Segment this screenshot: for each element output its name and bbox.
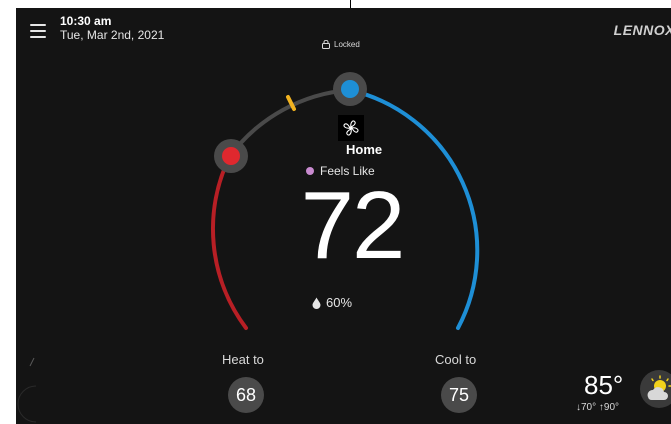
thermostat-screen: 10:30 am Tue, Mar 2nd, 2021 Locked LENNO… bbox=[16, 8, 671, 424]
humidity-drop-icon bbox=[312, 297, 321, 309]
cool-dial-handle bbox=[333, 72, 367, 106]
humidity-value: 60% bbox=[326, 295, 353, 310]
fan-icon bbox=[338, 115, 364, 141]
outdoor-low-high: ↓70° ↑90° bbox=[576, 402, 620, 413]
heat-range-arc bbox=[210, 154, 248, 330]
indoor-temperature: 72 bbox=[300, 172, 406, 279]
partly-sunny-icon[interactable] bbox=[640, 370, 671, 408]
cool-to-label: Cool to bbox=[435, 352, 477, 367]
mode-label[interactable]: Home bbox=[346, 142, 382, 157]
heat-setpoint-button[interactable]: 68 bbox=[228, 377, 264, 413]
heat-dial-handle bbox=[214, 139, 248, 173]
cool-setpoint-button[interactable]: 75 bbox=[441, 377, 477, 413]
outdoor-temperature[interactable]: 85° bbox=[584, 370, 623, 401]
left-edge-indicator bbox=[16, 346, 66, 424]
heat-to-label: Heat to bbox=[222, 352, 264, 367]
humidity-readout: 60% bbox=[312, 295, 352, 310]
